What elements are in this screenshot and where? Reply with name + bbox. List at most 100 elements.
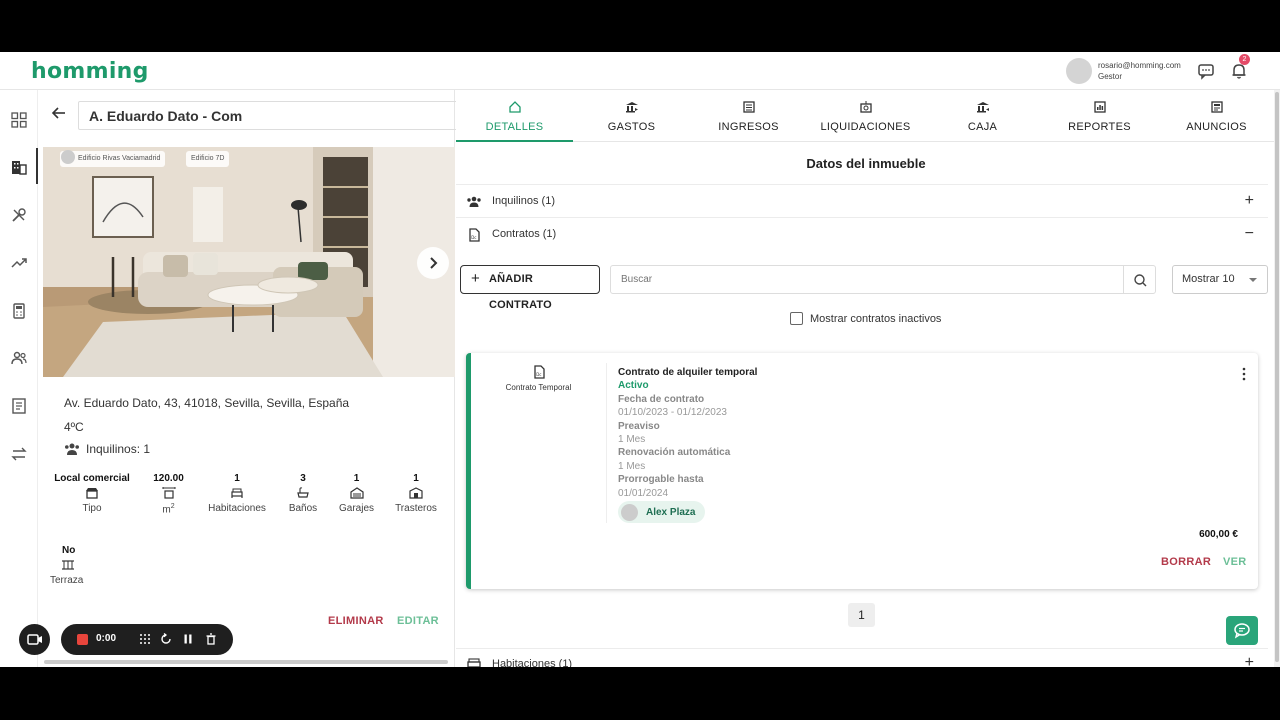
tenant-avatar [621, 503, 638, 521]
section-title: Datos del inmueble [806, 156, 926, 171]
report-icon [1093, 101, 1106, 113]
tenants-icon [467, 196, 481, 207]
cash-icon [976, 102, 989, 113]
contract-status: Activo [618, 380, 649, 392]
grid-dots-icon[interactable] [139, 633, 151, 645]
property-search-input[interactable]: A. Eduardo Dato - Com [78, 101, 481, 130]
record-timer: 0:00 [96, 633, 117, 644]
contract-price: 600,00 € [1199, 529, 1238, 540]
income-icon [742, 101, 755, 113]
trash-icon[interactable] [205, 633, 217, 645]
property-photo: Edificio Rivas Vaciamadrid Edificio 7D [43, 147, 455, 377]
back-arrow-icon[interactable] [50, 104, 68, 122]
edit-property-button[interactable]: EDITAR [397, 615, 439, 627]
trend-icon[interactable] [10, 254, 28, 272]
feature-storage: 1 Trasteros [395, 473, 437, 514]
contract-search-button[interactable] [1123, 265, 1156, 294]
tenant-chip[interactable]: Alex Plaza [618, 501, 706, 523]
card-divider [606, 363, 607, 523]
pause-icon[interactable] [182, 633, 194, 645]
chat-bubble-icon [1234, 623, 1250, 639]
add-contract-button[interactable]: + AÑADIR CONTRATO [460, 265, 600, 311]
chat-icon[interactable] [1196, 61, 1216, 81]
restart-icon[interactable] [160, 633, 172, 645]
horizontal-scrollbar[interactable] [44, 660, 448, 664]
tools-icon[interactable] [10, 206, 28, 224]
area-icon [162, 487, 175, 499]
notification-badge: 2 [1239, 54, 1250, 65]
rooms-accordion[interactable]: Habitaciones (1) + [456, 648, 1268, 667]
tab-detalles[interactable]: DETALLES [456, 90, 573, 142]
tab-gastos[interactable]: GASTOS [573, 90, 690, 142]
support-chat-button[interactable] [1226, 616, 1258, 645]
property-panel: A. Eduardo Dato - Com Edificio Rivas Vac… [38, 90, 481, 667]
feature-area: 120.00 m2 [153, 473, 184, 516]
contract-title: Contrato de alquiler temporal [618, 367, 758, 378]
store-icon [86, 488, 98, 499]
more-options-icon[interactable] [1242, 367, 1246, 381]
storage-icon [409, 487, 423, 499]
app-window: homming rosario@homming.com Gestor 2 A. … [0, 52, 1280, 667]
user-menu[interactable]: rosario@homming.com Gestor [1066, 58, 1181, 84]
home-icon [508, 101, 521, 113]
tenants-accordion[interactable]: Inquilinos (1) + [456, 184, 1268, 217]
delete-contract-button[interactable]: BORRAR [1161, 556, 1211, 568]
user-role: Gestor [1098, 72, 1123, 81]
buildings-icon[interactable] [10, 158, 28, 176]
view-contract-button[interactable]: VER [1223, 556, 1247, 568]
details-panel: DETALLES GASTOS INGRESOS LIQUIDACIONES C… [456, 90, 1276, 667]
show-inactive-checkbox[interactable] [790, 312, 803, 325]
settlement-icon [859, 101, 872, 113]
contract-search-input[interactable] [610, 265, 1124, 294]
expand-plus-icon[interactable]: + [1245, 654, 1254, 667]
pagination-page[interactable]: 1 [848, 603, 875, 627]
tenants-icon [65, 443, 79, 455]
expense-icon [625, 102, 638, 113]
tab-liquidaciones[interactable]: LIQUIDACIONES [807, 90, 924, 142]
feature-rooms: 1 Habitaciones [208, 473, 266, 514]
contract-doc-icon: Dc [533, 365, 545, 379]
user-email: rosario@homming.com [1098, 61, 1181, 70]
side-rail [0, 90, 38, 667]
delete-property-button[interactable]: ELIMINAR [328, 615, 384, 627]
user-avatar [1066, 58, 1092, 84]
users-icon[interactable] [10, 349, 28, 367]
collapse-minus-icon[interactable]: − [1245, 225, 1254, 243]
contract-card: Dc Contrato Temporal Contrato de alquile… [466, 353, 1258, 589]
tab-anuncios[interactable]: ANUNCIOS [1158, 90, 1275, 142]
next-photo-button[interactable] [417, 247, 449, 279]
building-tag-1[interactable]: Edificio Rivas Vaciamadrid [60, 150, 166, 167]
tab-reportes[interactable]: REPORTES [1041, 90, 1158, 142]
homming-logo[interactable]: homming [31, 59, 149, 84]
stop-record-button[interactable] [77, 634, 88, 645]
search-icon [1134, 274, 1147, 287]
property-address: Av. Eduardo Dato, 43, 41018, Sevilla, Se… [64, 396, 350, 410]
vertical-scrollbar[interactable] [1274, 90, 1280, 667]
bath-icon [297, 487, 309, 498]
document-icon[interactable] [10, 397, 28, 415]
page-size-select[interactable]: Mostrar 10 [1172, 265, 1268, 294]
feature-baths: 3 Baños [288, 473, 318, 514]
expand-plus-icon[interactable]: + [1245, 192, 1254, 210]
scrollbar-thumb[interactable] [1275, 92, 1279, 662]
plus-icon: + [471, 270, 480, 287]
camera-button[interactable] [19, 624, 50, 655]
contracts-accordion[interactable]: Dc Contratos (1) − [456, 217, 1268, 250]
show-inactive-toggle[interactable]: Mostrar contratos inactivos [790, 312, 941, 325]
calculator-icon[interactable] [10, 302, 28, 320]
tab-bar: DETALLES GASTOS INGRESOS LIQUIDACIONES C… [456, 90, 1276, 142]
tab-caja[interactable]: CAJA [924, 90, 1041, 142]
svg-text:Dc: Dc [536, 372, 541, 377]
caret-down-icon [1249, 278, 1257, 282]
dashboard-icon[interactable] [10, 111, 28, 129]
bed-icon [231, 488, 243, 498]
contract-info: Contrato de alquiler temporal Activo Fec… [618, 367, 758, 499]
building-tag-2[interactable]: Edificio 7D [186, 151, 230, 167]
terrace-icon [62, 560, 74, 570]
living-room-image [43, 147, 455, 377]
property-tenants: Inquilinos: 1 [64, 442, 150, 456]
tab-ingresos[interactable]: INGRESOS [690, 90, 807, 142]
top-bar: homming rosario@homming.com Gestor 2 [0, 52, 1280, 90]
garage-icon [349, 487, 364, 499]
transfer-icon[interactable] [10, 445, 28, 463]
